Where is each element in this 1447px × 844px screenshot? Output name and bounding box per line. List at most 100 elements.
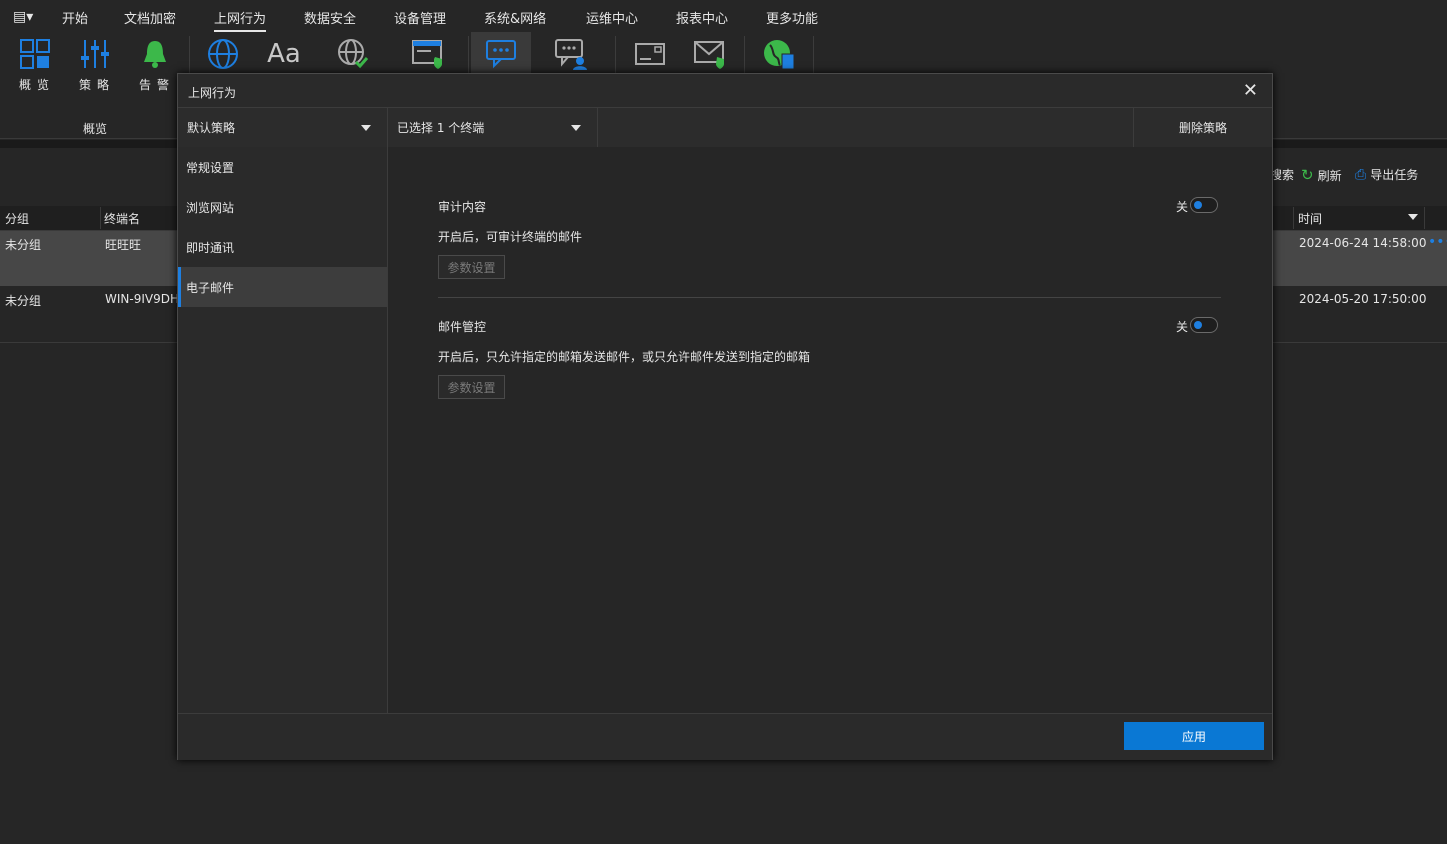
- web-window-button[interactable]: [403, 34, 453, 74]
- nav-item-label: 电子邮件: [186, 280, 235, 295]
- refresh-label: 刷新: [1317, 168, 1342, 183]
- menu-ops-center[interactable]: 运维中心: [586, 8, 638, 27]
- delete-policy-button[interactable]: 删除策略: [1134, 108, 1272, 147]
- web-behavior-dialog: 上网行为 ✕ 默认策略 已选择 1 个终端 删除策略 常规设置 浏览网站 即时通…: [177, 73, 1273, 760]
- ribbon-group-label: 概览: [83, 122, 108, 136]
- header-divider: [100, 207, 101, 229]
- header-divider: [1293, 207, 1294, 229]
- dialog-top-bar: 默认策略 已选择 1 个终端 删除策略: [178, 107, 1272, 148]
- mail-control-section-title: 邮件管控: [438, 320, 487, 334]
- param-button-label: 参数设置: [447, 260, 496, 275]
- export-icon: ⎙: [1355, 166, 1367, 183]
- toggle-knob: [1194, 321, 1202, 329]
- nav-item-general[interactable]: 常规设置: [178, 147, 387, 187]
- row-group: 未分组: [5, 294, 42, 308]
- nav-item-im[interactable]: 即时通讯: [178, 227, 387, 267]
- web-device-button[interactable]: [754, 34, 804, 74]
- globe-device-icon: [764, 40, 795, 70]
- im-user-button[interactable]: [546, 34, 596, 74]
- search-action[interactable]: 搜索: [1270, 166, 1294, 183]
- chat-user-icon: [555, 39, 587, 70]
- policy-button[interactable]: [70, 34, 120, 74]
- email-settings-panel: 审计内容 关 开启后，可审计终端的邮件 参数设置 邮件管控 关 开启后，只允许指…: [388, 147, 1272, 713]
- alarm-label: 告警: [139, 78, 176, 92]
- row-group: 未分组: [5, 238, 42, 252]
- mail-control-toggle[interactable]: [1190, 317, 1218, 333]
- row-time: 2024-06-24 14:58:00: [1299, 236, 1427, 250]
- section-divider: [438, 297, 1221, 298]
- menu-report-center[interactable]: 报表中心: [676, 8, 728, 27]
- export-label: 导出任务: [1370, 168, 1419, 182]
- header-time-sort-icon[interactable]: [1408, 214, 1418, 220]
- header-terminal[interactable]: 终端名: [104, 210, 140, 227]
- menu-doc-encrypt[interactable]: 文档加密: [124, 8, 176, 27]
- audit-toggle-label: 关: [1176, 200, 1189, 214]
- web-browse-button[interactable]: [198, 34, 248, 74]
- sliders-icon: [81, 40, 109, 68]
- web-allow-button[interactable]: [328, 34, 378, 74]
- menu-bar: ▤▾ 开始 文档加密 上网行为 数据安全 设备管理 系统&网络 运维中心 报表中…: [0, 0, 1447, 34]
- chevron-down-icon: [571, 125, 581, 131]
- export-task-button[interactable]: ⎙ 导出任务: [1355, 166, 1418, 183]
- terminal-select-value: 已选择 1 个终端: [397, 121, 485, 135]
- app-menu-icon[interactable]: ▤▾: [13, 9, 33, 25]
- audit-param-button[interactable]: 参数设置: [438, 255, 505, 279]
- font-icon[interactable]: Aa: [259, 34, 309, 74]
- row-time: 2024-05-20 17:50:00: [1299, 292, 1427, 306]
- chevron-down-icon: [361, 125, 371, 131]
- dialog-left-nav: 常规设置 浏览网站 即时通讯 电子邮件: [178, 147, 388, 713]
- envelope-icon: [635, 43, 665, 65]
- delete-policy-label: 删除策略: [1178, 121, 1227, 135]
- email-shield-button[interactable]: [685, 34, 735, 74]
- menu-more-features[interactable]: 更多功能: [766, 8, 818, 27]
- audit-section-title: 审计内容: [438, 200, 487, 214]
- header-divider: [1424, 207, 1425, 229]
- dialog-title: 上网行为: [188, 86, 237, 100]
- im-button[interactable]: [471, 32, 531, 74]
- mail-control-section-desc: 开启后，只允许指定的邮箱发送邮件，或只允许邮件发送到指定的邮箱: [438, 350, 811, 364]
- menu-device-management[interactable]: 设备管理: [394, 8, 446, 27]
- grid-icon: [20, 39, 50, 69]
- bell-icon: [144, 41, 166, 68]
- nav-item-label: 常规设置: [186, 160, 235, 175]
- row-terminal: 旺旺旺: [105, 238, 142, 252]
- header-group[interactable]: 分组: [5, 210, 29, 227]
- param-button-label: 参数设置: [447, 380, 496, 395]
- chat-icon: [486, 40, 516, 69]
- policy-select-value: 默认策略: [187, 121, 236, 135]
- alarm-button[interactable]: [130, 34, 180, 74]
- email-button[interactable]: [625, 34, 675, 74]
- apply-button[interactable]: 应用: [1124, 722, 1264, 750]
- row-terminal: WIN-9IV9DH: [105, 292, 179, 306]
- close-icon[interactable]: ✕: [1243, 80, 1258, 101]
- terminal-select[interactable]: 已选择 1 个终端: [388, 108, 598, 147]
- policy-label: 策略: [79, 78, 116, 92]
- row-more-icon[interactable]: •••: [1428, 234, 1447, 250]
- nav-item-email[interactable]: 电子邮件: [178, 267, 387, 307]
- nav-item-label: 即时通讯: [186, 240, 235, 255]
- menu-system-network[interactable]: 系统&网络: [484, 8, 546, 27]
- mail-control-toggle-label: 关: [1176, 320, 1189, 334]
- browser-shield-icon: [412, 40, 442, 69]
- top-bar-divider: [597, 108, 598, 147]
- overview-label: 概览: [19, 78, 56, 92]
- apply-label: 应用: [1181, 729, 1206, 744]
- dialog-footer: 应用: [178, 713, 1272, 760]
- nav-item-label: 浏览网站: [186, 200, 235, 215]
- audit-toggle[interactable]: [1190, 197, 1218, 213]
- mail-control-param-button[interactable]: 参数设置: [438, 375, 505, 399]
- envelope-shield-icon: [694, 41, 724, 69]
- menu-start[interactable]: 开始: [62, 8, 88, 27]
- search-label: 搜索: [1270, 168, 1295, 182]
- menu-data-security[interactable]: 数据安全: [304, 8, 356, 27]
- menu-web-behavior[interactable]: 上网行为: [214, 8, 267, 32]
- refresh-icon: ↻: [1301, 166, 1314, 184]
- overview-button[interactable]: [10, 34, 60, 74]
- audit-section-desc: 开启后，可审计终端的邮件: [438, 230, 583, 244]
- globe-check-icon: [338, 39, 369, 69]
- nav-item-browse[interactable]: 浏览网站: [178, 187, 387, 227]
- header-time[interactable]: 时间: [1298, 210, 1322, 227]
- globe-icon: [208, 39, 238, 69]
- policy-select[interactable]: 默认策略: [178, 108, 387, 147]
- refresh-button[interactable]: ↻ 刷新: [1301, 166, 1342, 184]
